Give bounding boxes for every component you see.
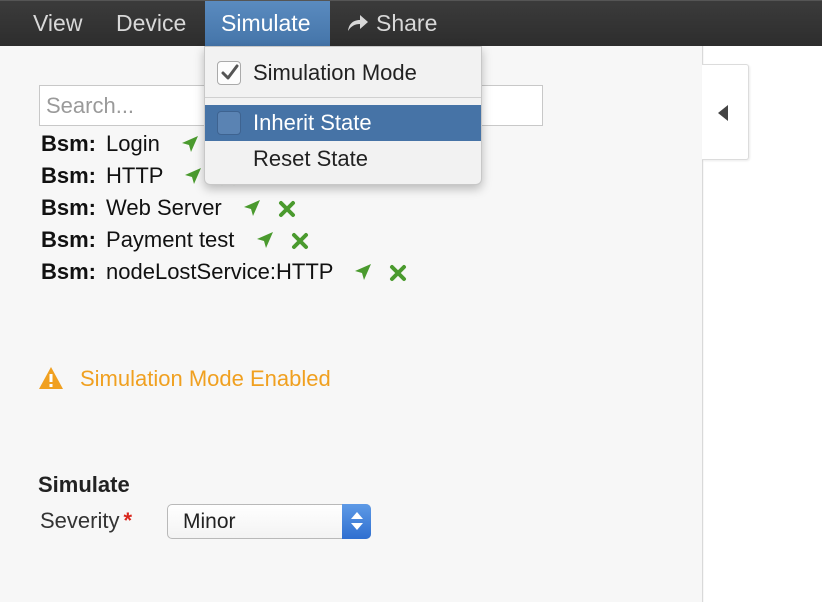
required-marker: * [123, 508, 133, 533]
severity-label: Severity * [40, 508, 132, 534]
simulate-dropdown-menu: Simulation Mode Inherit State Reset Stat… [204, 46, 482, 185]
select-updown-icon [342, 504, 371, 539]
list-item: Bsm: Web Server [41, 192, 407, 224]
menu-item-inherit-state[interactable]: Inherit State [205, 105, 481, 141]
simulate-heading: Simulate [38, 472, 130, 497]
bsm-name: Payment test [106, 227, 235, 252]
list-item: Bsm: Payment test [41, 224, 407, 256]
bsm-name: nodeLostService:HTTP [106, 259, 334, 284]
simulation-warning: Simulation Mode Enabled [38, 364, 331, 394]
menu-view[interactable]: View [17, 1, 98, 47]
remove-x-icon[interactable] [389, 259, 407, 291]
bsm-name: HTTP [106, 163, 164, 188]
remove-x-icon[interactable] [278, 195, 296, 227]
menu-share-label: Share [376, 10, 438, 36]
menu-device[interactable]: Device [100, 1, 202, 47]
menu-item-label: Reset State [253, 146, 368, 171]
menubar: View Device Simulate Share [0, 0, 822, 47]
menu-item-reset-state[interactable]: Reset State [205, 141, 481, 177]
bsm-prefix: Bsm: [41, 227, 97, 252]
severity-select[interactable]: Minor [167, 504, 371, 539]
remove-x-icon[interactable] [291, 227, 309, 259]
bsm-prefix: Bsm: [41, 195, 97, 220]
menu-item-label: Inherit State [253, 110, 372, 135]
list-item: Bsm: nodeLostService:HTTP [41, 256, 407, 288]
share-arrow-icon [346, 3, 370, 47]
locate-arrow-icon[interactable] [353, 259, 373, 291]
locate-arrow-icon[interactable] [180, 131, 200, 163]
locate-arrow-icon[interactable] [242, 195, 262, 227]
checkbox-unchecked-icon[interactable] [217, 111, 241, 135]
collapse-panel-button[interactable] [702, 64, 749, 160]
menu-item-simulation-mode[interactable]: Simulation Mode [205, 55, 481, 91]
checkbox-checked-icon[interactable] [217, 61, 241, 85]
menu-share[interactable]: Share [330, 1, 453, 47]
menu-divider [205, 97, 481, 98]
bsm-prefix: Bsm: [41, 131, 97, 156]
warning-triangle-icon [38, 366, 64, 398]
bsm-name: Web Server [106, 195, 222, 220]
chevron-left-icon [718, 105, 728, 121]
locate-arrow-icon[interactable] [255, 227, 275, 259]
severity-label-text: Severity [40, 508, 120, 533]
menu-item-label: Simulation Mode [253, 60, 417, 85]
warning-text: Simulation Mode Enabled [80, 366, 331, 391]
locate-arrow-icon[interactable] [183, 163, 203, 195]
bsm-prefix: Bsm: [41, 163, 97, 188]
bsm-prefix: Bsm: [41, 259, 97, 284]
severity-value: Minor [183, 510, 236, 533]
menu-simulate[interactable]: Simulate [205, 1, 330, 47]
bsm-name: Login [106, 131, 160, 156]
